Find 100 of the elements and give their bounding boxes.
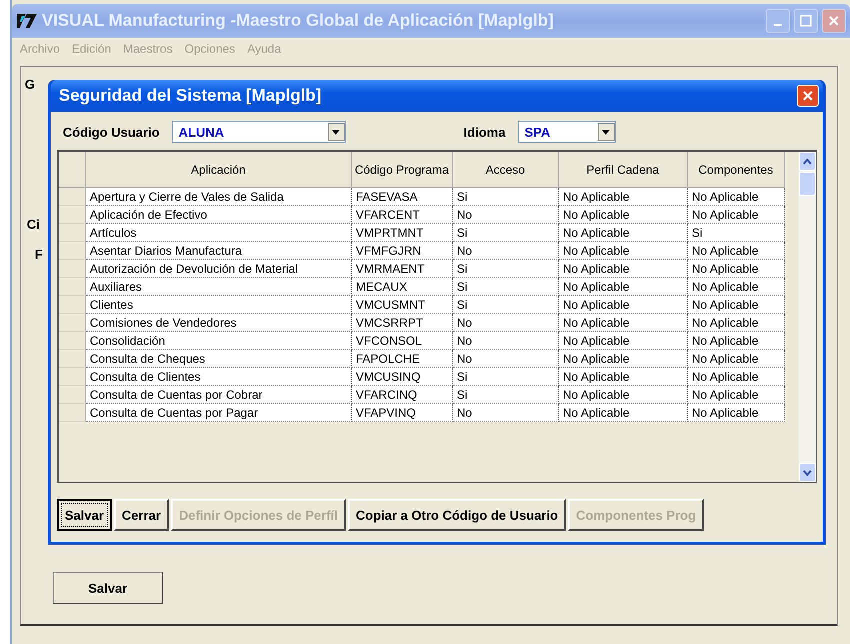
close-button[interactable]	[822, 9, 846, 33]
field-label: F	[35, 247, 43, 262]
table-cell: Consulta de Clientes	[86, 368, 352, 386]
dialog-title: Seguridad del Sistema [Maplglb]	[59, 86, 322, 106]
scrollbar-thumb[interactable]	[799, 172, 816, 196]
row-header[interactable]	[59, 350, 86, 368]
maximize-icon	[800, 15, 812, 27]
table-cell: VMRMAENT	[352, 260, 453, 278]
table-cell: No Aplicable	[688, 188, 785, 206]
table-cell: Si	[453, 368, 559, 386]
table-cell: Consolidación	[86, 332, 352, 350]
row-header[interactable]	[59, 332, 86, 350]
table-cell: No Aplicable	[559, 206, 688, 224]
column-header[interactable]: Acceso	[453, 152, 559, 188]
dropdown-arrow-icon	[602, 130, 610, 134]
table-cell: Si	[453, 278, 559, 296]
table-cell: No Aplicable	[559, 386, 688, 404]
scroll-down-button[interactable]	[799, 463, 816, 482]
table-cell: No Aplicable	[688, 350, 785, 368]
column-header[interactable]: Perfil Cadena	[559, 152, 688, 188]
table-cell: Consulta de Cuentas por Pagar	[86, 404, 352, 422]
table-cell: No Aplicable	[559, 188, 688, 206]
dropdown-field[interactable]: SPA	[518, 121, 616, 143]
table-cell: No Aplicable	[688, 242, 785, 260]
table-cell: Apertura y Cierre de Vales de Salida	[86, 188, 352, 206]
field-label: G	[25, 77, 36, 92]
table-cell: No	[453, 404, 559, 422]
row-header[interactable]	[59, 260, 86, 278]
table-cell: No Aplicable	[688, 314, 785, 332]
column-header[interactable]: Código Programa	[352, 152, 453, 188]
scrollbar[interactable]	[799, 152, 816, 482]
table-cell: Autorización de Devolución de Material	[86, 260, 352, 278]
table-cell: No	[453, 206, 559, 224]
table-cell: Si	[453, 188, 559, 206]
app-logo-icon	[16, 12, 38, 30]
table-cell: Comisiones de Vendedores	[86, 314, 352, 332]
table-cell: VMCUSINQ	[352, 368, 453, 386]
dropdown-field[interactable]: ALUNA	[172, 121, 346, 143]
field-label: Idioma	[464, 124, 506, 140]
dialog-button[interactable]: Salvar	[57, 499, 112, 531]
table-cell: No Aplicable	[559, 260, 688, 278]
table-cell: No Aplicable	[559, 224, 688, 242]
row-header[interactable]	[59, 296, 86, 314]
window-title: VISUAL Manufacturing -Maestro Global de Aplicación [Maplglb]	[42, 11, 555, 31]
table-cell: Auxiliares	[86, 278, 352, 296]
table-cell: VMPRTMNT	[352, 224, 453, 242]
table-cell: No Aplicable	[688, 404, 785, 422]
table-cell: No Aplicable	[688, 296, 785, 314]
table-cell: FASEVASA	[352, 188, 453, 206]
table-cell: No Aplicable	[559, 332, 688, 350]
dropdown-arrow-icon	[332, 130, 340, 134]
table-cell: Si	[453, 296, 559, 314]
table-cell: No Aplicable	[559, 368, 688, 386]
save-button[interactable]: Salvar	[53, 572, 163, 604]
scroll-up-button[interactable]	[799, 152, 816, 171]
table-cell: Consulta de Cheques	[86, 350, 352, 368]
dialog-button[interactable]: Cerrar	[114, 499, 170, 531]
close-icon	[802, 90, 814, 102]
table-cell: No	[453, 350, 559, 368]
table-cell: VFMFGJRN	[352, 242, 453, 260]
table-cell: VMCSRRPT	[352, 314, 453, 332]
table-cell: Si	[688, 224, 785, 242]
table-cell: FAPOLCHE	[352, 350, 453, 368]
dialog-button[interactable]: Copiar a Otro Código de Usuario	[348, 499, 566, 531]
table-cell: No Aplicable	[688, 386, 785, 404]
close-icon	[828, 15, 840, 27]
table-cell: No Aplicable	[559, 278, 688, 296]
table-cell: No Aplicable	[688, 368, 785, 386]
row-header[interactable]	[59, 224, 86, 242]
table-cell: Si	[453, 386, 559, 404]
table-cell: VMCUSMNT	[352, 296, 453, 314]
table-cell: Si	[453, 224, 559, 242]
row-header[interactable]	[59, 314, 86, 332]
table-cell: No Aplicable	[688, 332, 785, 350]
table-cell: VFARCENT	[352, 206, 453, 224]
row-header[interactable]	[59, 404, 86, 422]
row-header[interactable]	[59, 386, 86, 404]
table-cell: VFCONSOL	[352, 332, 453, 350]
minimize-button[interactable]	[766, 9, 790, 33]
table-cell: Artículos	[86, 224, 352, 242]
row-header[interactable]	[59, 188, 86, 206]
table-cell: Asentar Diarios Manufactura	[86, 242, 352, 260]
row-header[interactable]	[59, 278, 86, 296]
table-cell: No Aplicable	[688, 260, 785, 278]
table-cell: Aplicación de Efectivo	[86, 206, 352, 224]
row-header[interactable]	[59, 242, 86, 260]
table-cell: No Aplicable	[559, 242, 688, 260]
table-cell: No Aplicable	[559, 404, 688, 422]
field-label: Ci	[27, 217, 40, 232]
maximize-button[interactable]	[794, 9, 818, 33]
table-cell: No Aplicable	[559, 296, 688, 314]
table-cell: No	[453, 242, 559, 260]
table-cell: No Aplicable	[559, 314, 688, 332]
column-header[interactable]: Aplicación	[86, 152, 352, 188]
row-header[interactable]	[59, 368, 86, 386]
column-header[interactable]: Componentes	[688, 152, 785, 188]
row-header[interactable]	[59, 206, 86, 224]
table-cell: Consulta de Cuentas por Cobrar	[86, 386, 352, 404]
table-cell: VFARCINQ	[352, 386, 453, 404]
table-cell: Clientes	[86, 296, 352, 314]
